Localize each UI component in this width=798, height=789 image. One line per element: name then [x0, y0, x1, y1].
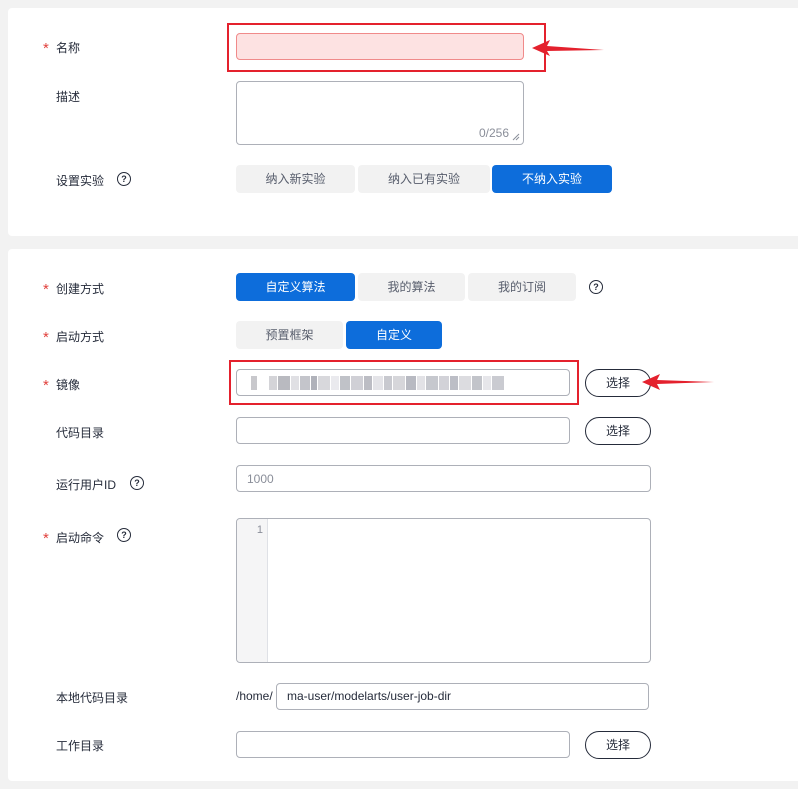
code-dir-label: 代码目录	[56, 426, 105, 440]
work-dir-input[interactable]	[236, 731, 570, 758]
annotation-box-image	[229, 360, 579, 405]
annotation-box-name	[227, 23, 546, 72]
image-label: 镜像	[56, 378, 81, 392]
local-code-dir-input[interactable]: ma-user/modelarts/user-job-dir	[276, 683, 649, 710]
name-label: 名称	[56, 41, 81, 55]
work-dir-select-button[interactable]: 选择	[585, 731, 651, 759]
local-code-dir-label: 本地代码目录	[56, 691, 129, 705]
home-prefix: /home/	[236, 689, 273, 703]
option-custom-algorithm[interactable]: 自定义算法	[236, 273, 355, 301]
option-preset-framework[interactable]: 预置框架	[236, 321, 343, 349]
required-marker: *	[43, 281, 49, 298]
required-marker: *	[43, 40, 49, 57]
line-number: 1	[256, 524, 263, 536]
boot-method-label: 启动方式	[56, 330, 105, 344]
code-dir-input[interactable]	[236, 417, 570, 444]
option-new-experiment[interactable]: 纳入新实验	[236, 165, 355, 193]
boot-command-label: 启动命令	[56, 531, 105, 545]
description-label: 描述	[56, 90, 81, 104]
help-icon[interactable]: ?	[589, 280, 603, 294]
create-method-label: 创建方式	[56, 282, 105, 296]
char-counter: 0/256	[478, 126, 509, 140]
code-dir-select-button[interactable]: 选择	[585, 417, 651, 445]
resize-handle-icon[interactable]	[512, 133, 520, 141]
work-dir-label: 工作目录	[56, 739, 105, 753]
annotation-arrow-name	[532, 40, 604, 56]
annotation-arrow-image	[642, 374, 714, 390]
help-icon[interactable]: ?	[117, 528, 131, 542]
required-marker: *	[43, 530, 49, 547]
line-number-gutter: 1	[237, 519, 268, 662]
option-my-subscription[interactable]: 我的订阅	[468, 273, 576, 301]
run-user-id-input[interactable]	[236, 465, 651, 492]
experiment-label: 设置实验	[56, 174, 105, 188]
option-no-experiment[interactable]: 不纳入实验	[492, 165, 612, 193]
required-marker: *	[43, 329, 49, 346]
option-my-algorithm[interactable]: 我的算法	[358, 273, 465, 301]
run-user-id-label: 运行用户ID	[56, 478, 117, 492]
boot-command-editor[interactable]: 1	[236, 518, 651, 663]
option-existing-experiment[interactable]: 纳入已有实验	[358, 165, 490, 193]
description-textarea[interactable]: 0/256	[236, 81, 524, 145]
help-icon[interactable]: ?	[117, 172, 131, 186]
required-marker: *	[43, 377, 49, 394]
option-custom-boot[interactable]: 自定义	[346, 321, 442, 349]
help-icon[interactable]: ?	[130, 476, 144, 490]
